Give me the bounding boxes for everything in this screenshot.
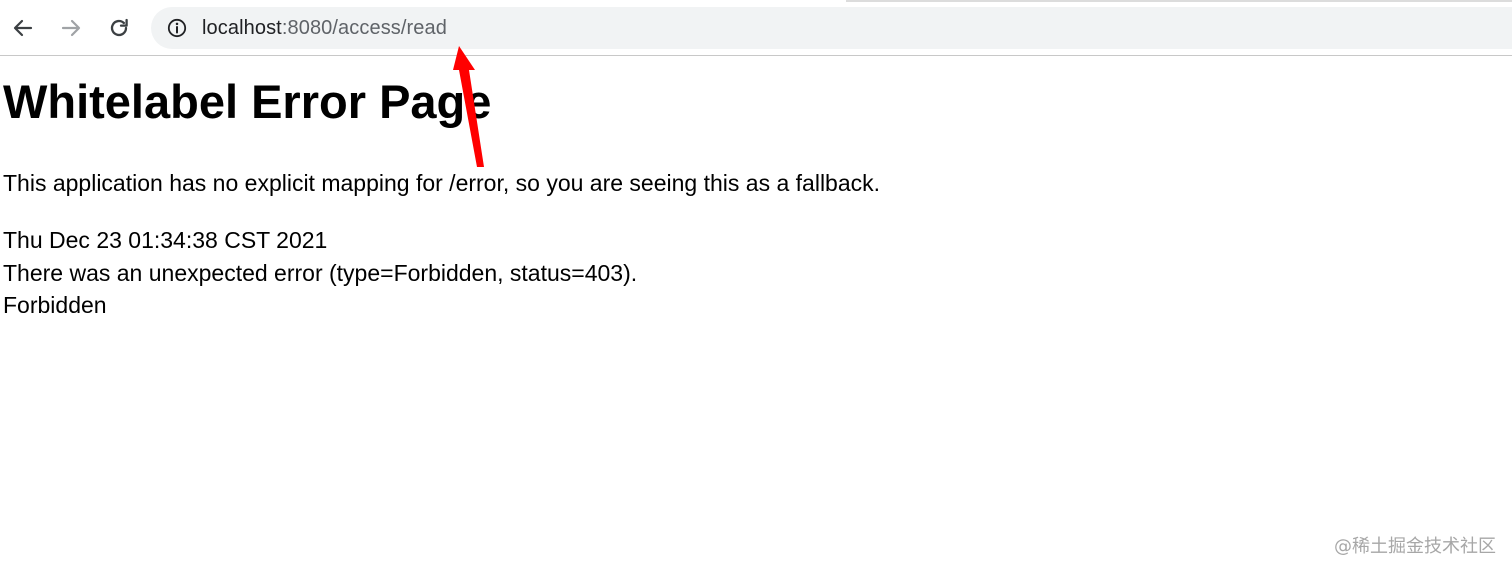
url-text[interactable]: localhost:8080/access/read — [202, 16, 447, 40]
arrow-left-icon — [13, 19, 33, 37]
tabstrip-edge — [846, 0, 1512, 2]
page-title: Whitelabel Error Page — [3, 75, 492, 128]
page-content: Whitelabel Error Page This application h… — [0, 57, 1512, 574]
arrow-right-icon — [61, 19, 81, 37]
watermark: @稀土掘金技术社区 — [1334, 536, 1496, 557]
info-icon[interactable] — [167, 18, 187, 38]
error-message: Forbidden — [3, 292, 107, 318]
url-path: :8080/access/read — [281, 17, 447, 39]
address-bar[interactable]: localhost:8080/access/read — [151, 7, 1512, 49]
reload-icon — [110, 18, 128, 37]
forward-button[interactable] — [56, 10, 86, 46]
fallback-message: This application has no explicit mapping… — [3, 170, 881, 196]
back-button[interactable] — [8, 10, 38, 46]
error-timestamp: Thu Dec 23 01:34:38 CST 2021 — [3, 227, 328, 253]
error-detail: There was an unexpected error (type=Forb… — [3, 260, 638, 286]
reload-button[interactable] — [104, 10, 134, 46]
url-host: localhost — [202, 17, 282, 39]
browser-toolbar: localhost:8080/access/read — [0, 0, 1512, 56]
